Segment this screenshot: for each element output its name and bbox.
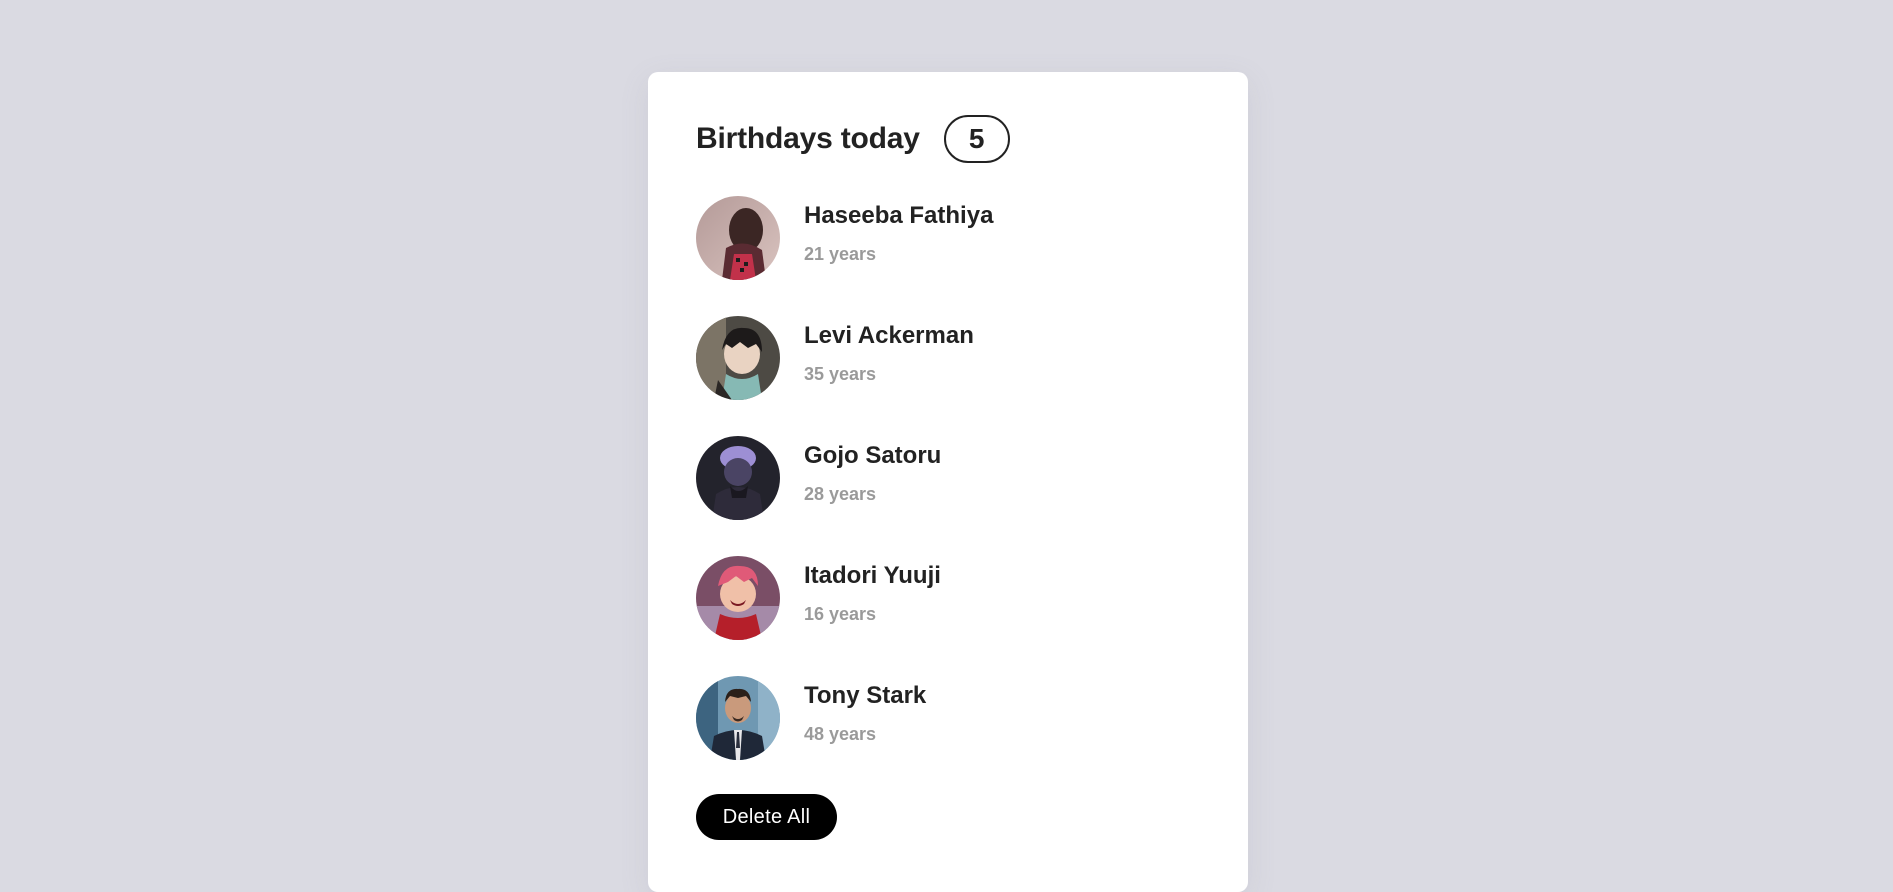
list-item: Levi Ackerman 35 years: [696, 316, 1216, 400]
card-header: Birthdays today 5: [696, 113, 1010, 165]
person-age: 16 years: [804, 604, 877, 624]
man-in-suit-avatar-icon: [696, 676, 780, 760]
anime-man-dark-hair-avatar-icon: [696, 316, 780, 400]
person-name: Gojo Satoru: [804, 442, 942, 469]
avatar: [696, 316, 780, 400]
list-item: Gojo Satoru 28 years: [696, 436, 1216, 520]
person-age: 21 years: [804, 244, 877, 264]
avatar: [696, 436, 780, 520]
person-name: Haseeba Fathiya: [804, 202, 994, 229]
person-age: 28 years: [804, 484, 877, 504]
list-item: Haseeba Fathiya 21 years: [696, 196, 1216, 280]
person-age: 35 years: [804, 364, 877, 384]
birthday-count-badge: 5: [943, 115, 1010, 163]
avatar: [696, 196, 780, 280]
anime-boy-pink-hair-avatar-icon: [696, 556, 780, 640]
birthday-card: Birthdays today 5 Haseeba Fathiya 21 yea…: [648, 72, 1248, 892]
person-name: Itadori Yuuji: [804, 562, 941, 589]
avatar: [696, 556, 780, 640]
person-age: 48 years: [804, 724, 877, 744]
person-name: Tony Stark: [804, 682, 927, 709]
list-item: Itadori Yuuji 16 years: [696, 556, 1216, 640]
list-item: Tony Stark 48 years: [696, 676, 1216, 760]
person-name: Levi Ackerman: [804, 322, 974, 349]
card-title: Birthdays today: [696, 122, 920, 155]
woman-portrait-avatar-icon: [696, 196, 780, 280]
avatar: [696, 676, 780, 760]
delete-all-button[interactable]: Delete All: [696, 794, 837, 840]
anime-man-white-hair-avatar-icon: [696, 436, 780, 520]
